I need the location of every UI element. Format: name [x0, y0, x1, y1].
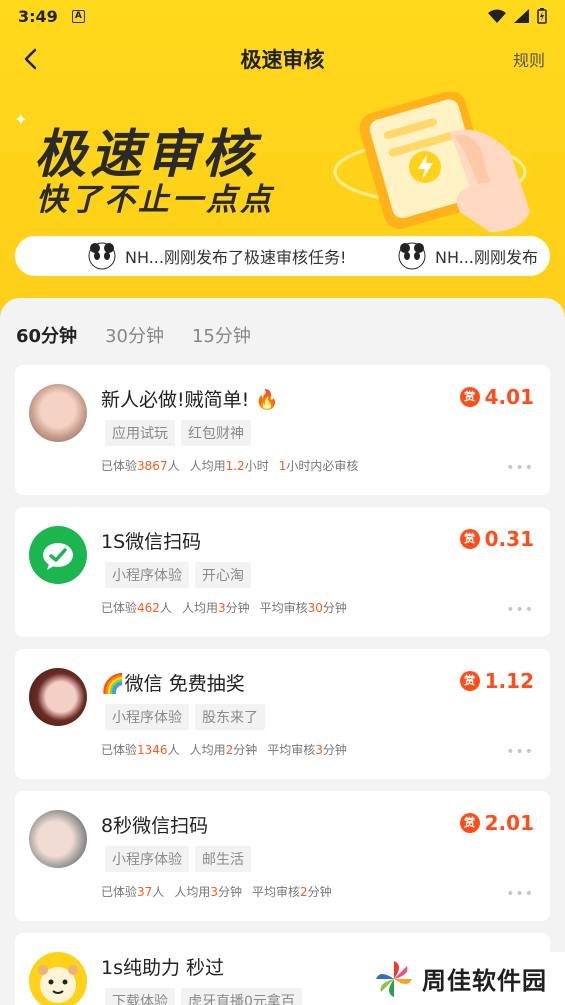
- panda-avatar-icon: [398, 242, 426, 270]
- banner-subline: 快了不止一点点: [36, 182, 274, 218]
- task-avatar: [29, 668, 87, 726]
- reward-amount: 4.01: [484, 385, 534, 409]
- task-card[interactable]: 🌈微信 免费抽奖 小程序体验 股东来了 已体验1346人 人均用2分钟 平均审核3分…: [15, 649, 550, 779]
- ticker-item: NH...刚刚发布: [397, 241, 538, 271]
- more-options-icon[interactable]: •••: [506, 602, 534, 618]
- sparkle-icon: ✦: [14, 110, 28, 129]
- task-reward: 赏 0.31: [459, 527, 534, 551]
- page-title: 极速审核: [240, 48, 325, 72]
- announcement-ticker: NH...刚刚发布了极速审核任务! NH...刚刚发布: [15, 236, 550, 276]
- watermark: 周佳软件园: [366, 952, 565, 1005]
- task-title: 新人必做!贼简单! 🔥: [101, 389, 279, 411]
- reward-amount: 1.12: [484, 669, 534, 693]
- status-bar: 3:49 A: [0, 0, 565, 32]
- task-title: 1s纯助力 秒过: [101, 957, 225, 979]
- nav-bar: 极速审核 规则: [0, 36, 565, 82]
- task-tag: 开心淘: [195, 562, 251, 588]
- task-tag: 小程序体验: [105, 704, 189, 730]
- task-reward: 赏 2.01: [459, 811, 534, 835]
- back-arrow-icon[interactable]: [18, 46, 44, 72]
- tab-15min[interactable]: 15分钟: [192, 322, 251, 348]
- watermark-text: 周佳软件园: [422, 967, 547, 995]
- reward-badge-icon: 赏: [459, 387, 480, 407]
- task-reward: 赏 1.12: [459, 669, 534, 693]
- ticker-text: NH...刚刚发布: [435, 248, 538, 267]
- task-avatar: [29, 384, 87, 442]
- task-meta: 已体验37人 人均用3分钟 平均审核2分钟: [101, 885, 332, 899]
- task-title: 1S微信扫码: [101, 531, 202, 553]
- task-meta: 已体验3867人 人均用1.2小时 1小时内必审核: [101, 459, 359, 473]
- task-tag: 邮生活: [195, 846, 251, 872]
- pinwheel-logo-icon: [376, 960, 412, 997]
- task-title: 🌈微信 免费抽奖: [101, 673, 245, 695]
- phone-hand-illustration: [333, 92, 530, 232]
- status-time: 3:49: [18, 6, 58, 26]
- task-tag: 虎牙直播0元拿百: [181, 988, 302, 1005]
- task-tag: 下载体验: [105, 988, 175, 1005]
- task-title: 8秒微信扫码: [101, 815, 209, 837]
- rainbow-icon: 🌈: [101, 673, 125, 695]
- task-meta: 已体验462人 人均用3分钟 平均审核30分钟: [101, 601, 347, 615]
- reward-badge-icon: 赏: [459, 529, 480, 549]
- rules-link[interactable]: 规则: [513, 47, 545, 71]
- task-tag: 红包财神: [181, 420, 251, 446]
- tab-30min[interactable]: 30分钟: [105, 322, 164, 348]
- task-card[interactable]: 8秒微信扫码 小程序体验 邮生活 已体验37人 人均用3分钟 平均审核2分钟 赏 2…: [15, 791, 550, 921]
- task-reward: 赏 4.01: [459, 385, 534, 409]
- task-tag: 应用试玩: [105, 420, 175, 446]
- wifi-icon: [488, 9, 506, 23]
- task-tag: 小程序体验: [105, 562, 189, 588]
- task-avatar: [29, 810, 87, 868]
- panda-avatar-icon: [88, 242, 116, 270]
- task-tag: 小程序体验: [105, 846, 189, 872]
- reward-badge-icon: 赏: [459, 671, 480, 691]
- task-card[interactable]: 新人必做!贼简单! 🔥 应用试玩 红包财神 已体验3867人 人均用1.2小时 1小…: [15, 365, 550, 495]
- tab-60min[interactable]: 60分钟: [16, 322, 78, 350]
- ticker-text: NH...刚刚发布了极速审核任务!: [125, 248, 347, 267]
- task-avatar: [29, 952, 87, 1005]
- task-meta: 已体验1346人 人均用2分钟 平均审核3分钟: [101, 743, 347, 757]
- battery-icon: [537, 8, 547, 24]
- reward-amount: 2.01: [484, 811, 534, 835]
- reward-amount: 0.31: [484, 527, 534, 551]
- signal-icon: [514, 9, 529, 23]
- reward-badge-icon: 赏: [459, 813, 480, 833]
- more-options-icon[interactable]: •••: [506, 744, 534, 760]
- task-card[interactable]: 1S微信扫码 小程序体验 开心淘 已体验462人 人均用3分钟 平均审核30分钟 赏…: [15, 507, 550, 637]
- more-options-icon[interactable]: •••: [506, 460, 534, 476]
- more-options-icon[interactable]: •••: [506, 886, 534, 902]
- fire-icon: 🔥: [255, 389, 279, 411]
- wechat-icon: [29, 526, 87, 584]
- duration-tabs: 60分钟 30分钟 15分钟: [16, 322, 251, 350]
- notification-a-icon: A: [71, 9, 85, 23]
- ticker-item: NH...刚刚发布了极速审核任务!: [87, 241, 346, 271]
- task-tag: 股东来了: [195, 704, 265, 730]
